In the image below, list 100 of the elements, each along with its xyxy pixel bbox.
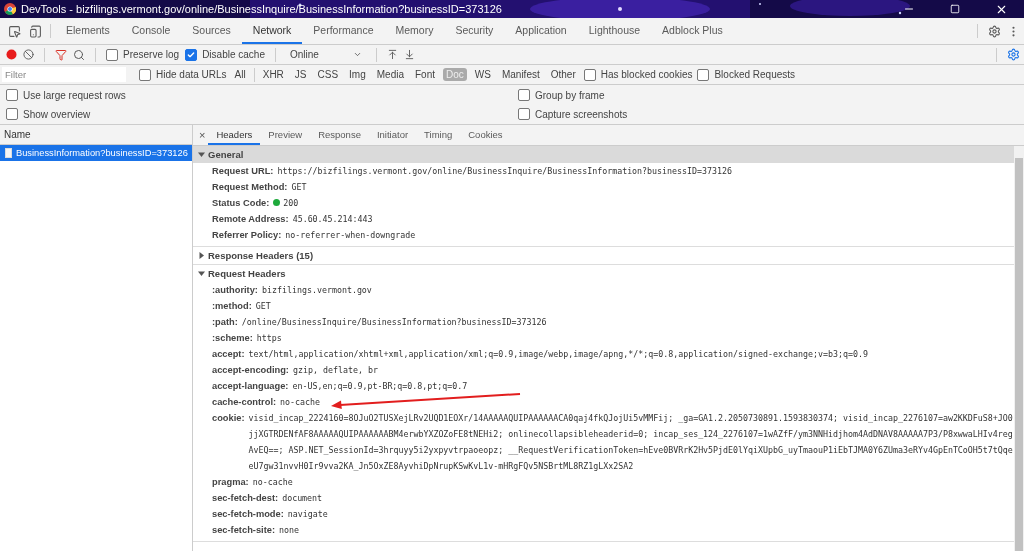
type-filter-button[interactable]: Manifest — [498, 68, 543, 81]
header-value: /online/BusinessInquire/BusinessInformation?businessID=373126 — [241, 316, 547, 329]
settings-icon[interactable] — [1007, 48, 1020, 61]
checkbox-label: Preserve log — [123, 49, 180, 60]
header-value: en-US,en;q=0.9,pt-BR;q=0.8,pt;q=0.7 — [292, 380, 468, 393]
checkbox-label: Hide data URLs — [156, 69, 227, 80]
checkbox-label: Use large request rows — [23, 89, 126, 101]
checkbox-label: Has blocked cookies — [600, 69, 693, 80]
detail-tab[interactable]: Initiator — [368, 125, 417, 145]
checkbox[interactable] — [139, 68, 151, 81]
type-filter-button[interactable]: Img — [346, 68, 369, 81]
panel-tab[interactable]: Performance — [302, 18, 385, 44]
panel-tab[interactable]: Lighthouse — [577, 18, 652, 44]
settings-icon[interactable] — [988, 24, 1001, 38]
header-name: Request URL: — [212, 165, 274, 178]
checkbox[interactable] — [583, 68, 596, 81]
header-name: cookie: — [212, 412, 245, 425]
header-name: Remote Address: — [212, 213, 289, 226]
record-icon[interactable] — [6, 49, 17, 60]
section-title[interactable]: Request Headers — [208, 268, 286, 279]
expanded-triangle-icon[interactable] — [198, 270, 205, 277]
panel-tab[interactable]: Sources — [181, 18, 242, 44]
inspect-icon[interactable] — [8, 24, 21, 38]
header-name: pragma: — [212, 476, 249, 489]
filter-icon[interactable] — [55, 48, 67, 61]
detail-tab[interactable]: Preview — [260, 125, 311, 145]
window-title: DevTools - bizfilings.vermont.gov/online/BusinessInquire/BusinessInformation?businessID=373126 — [21, 3, 502, 15]
header-name: sec-fetch-mode: — [212, 508, 284, 521]
section-title[interactable]: General — [208, 149, 244, 160]
throttling-dropdown[interactable]: Online — [285, 49, 366, 60]
header-value: https://bizfilings.vermont.gov/online/BusinessInquire/BusinessInformation?businessID=373126 — [277, 165, 733, 178]
header-value: none — [279, 524, 299, 537]
header-name: accept-language: — [212, 380, 289, 393]
checkbox-label: Capture screenshots — [535, 108, 628, 120]
header-value: no-cache — [280, 396, 321, 409]
checkbox[interactable] — [185, 48, 198, 61]
header-value: navigate — [287, 508, 328, 521]
import-icon[interactable] — [386, 49, 398, 60]
close-icon[interactable]: × — [199, 129, 206, 141]
caret-icon — [352, 50, 362, 59]
checkbox[interactable] — [518, 89, 530, 101]
type-filter-button[interactable]: WS — [471, 68, 494, 81]
checkbox[interactable] — [518, 108, 530, 120]
header-value: GET — [291, 181, 307, 194]
type-filter-button[interactable]: CSS — [314, 68, 342, 81]
header-name: sec-fetch-site: — [212, 524, 276, 537]
header-name: accept-encoding: — [212, 364, 289, 377]
header-value: gzip, deflate, br — [292, 364, 378, 377]
header-name: Status Code: — [212, 197, 270, 210]
header-value: no-cache — [252, 476, 293, 489]
document-icon — [5, 148, 12, 158]
type-filter-button[interactable]: JS — [291, 68, 310, 81]
expanded-triangle-icon[interactable] — [198, 151, 205, 158]
panel-tab[interactable]: Application — [504, 18, 578, 44]
header-name: :scheme: — [212, 332, 253, 345]
type-filter-button[interactable]: Font — [412, 68, 438, 81]
type-filter-button[interactable]: Other — [547, 68, 579, 81]
checkbox[interactable] — [697, 68, 710, 81]
type-filter-button[interactable]: Media — [373, 68, 407, 81]
checkbox-label: Show overview — [23, 108, 91, 120]
checkbox-label: Blocked Requests — [714, 69, 796, 80]
checkbox[interactable] — [6, 89, 18, 101]
detail-tab[interactable]: Cookies — [460, 125, 511, 145]
panel-tab[interactable]: Elements — [55, 18, 121, 44]
type-filter-button[interactable]: All — [231, 68, 249, 81]
header-name: :method: — [212, 300, 252, 313]
detail-tab[interactable]: Timing — [416, 125, 461, 145]
header-value: bizfilings.vermont.gov — [261, 284, 372, 297]
checkbox-label: Disable cache — [202, 49, 265, 60]
header-value: GET — [255, 300, 271, 313]
header-name: sec-fetch-dest: — [212, 492, 279, 505]
browser-logo-icon — [4, 3, 16, 15]
checkbox[interactable] — [6, 108, 18, 120]
header-name: :authority: — [212, 284, 258, 297]
type-filter-button[interactable]: XHR — [259, 68, 287, 81]
scrollbar[interactable] — [1014, 146, 1024, 551]
detail-tab[interactable]: Response — [310, 125, 369, 145]
panel-tab[interactable]: Memory — [384, 18, 445, 44]
header-value: text/html,application/xhtml+xml,application/xml;q=0.9,image/webp,image/apng,*/*;q=0.8,application/signed-exchange;v=b3;q=0.9 — [248, 348, 868, 361]
device-toolbar-icon[interactable] — [29, 24, 42, 38]
search-icon[interactable] — [73, 48, 85, 61]
export-icon[interactable] — [403, 49, 415, 60]
panel-tab[interactable]: Security — [444, 18, 505, 44]
panel-tab[interactable]: Adblock Plus — [651, 18, 734, 44]
header-name: accept: — [212, 348, 245, 361]
section-title[interactable]: Response Headers (15) — [208, 250, 314, 261]
header-value: document — [282, 492, 323, 505]
header-value: no-referrer-when-downgrade — [285, 229, 416, 242]
panel-tab[interactable]: Console — [120, 18, 182, 44]
header-name: :path: — [212, 316, 238, 329]
header-value: 200 — [283, 197, 299, 210]
collapsed-triangle-icon[interactable] — [198, 252, 205, 259]
clear-icon[interactable] — [23, 49, 34, 60]
checkbox[interactable] — [106, 48, 118, 61]
header-value: https — [256, 332, 282, 345]
filter-field[interactable]: Filter — [2, 67, 126, 82]
header-value: 45.60.45.214:443 — [292, 213, 373, 226]
request-row[interactable]: BusinessInformation?businessID=373126 — [0, 145, 192, 161]
maximize-icon[interactable] — [950, 4, 960, 14]
header-name: cache-control: — [212, 396, 277, 409]
